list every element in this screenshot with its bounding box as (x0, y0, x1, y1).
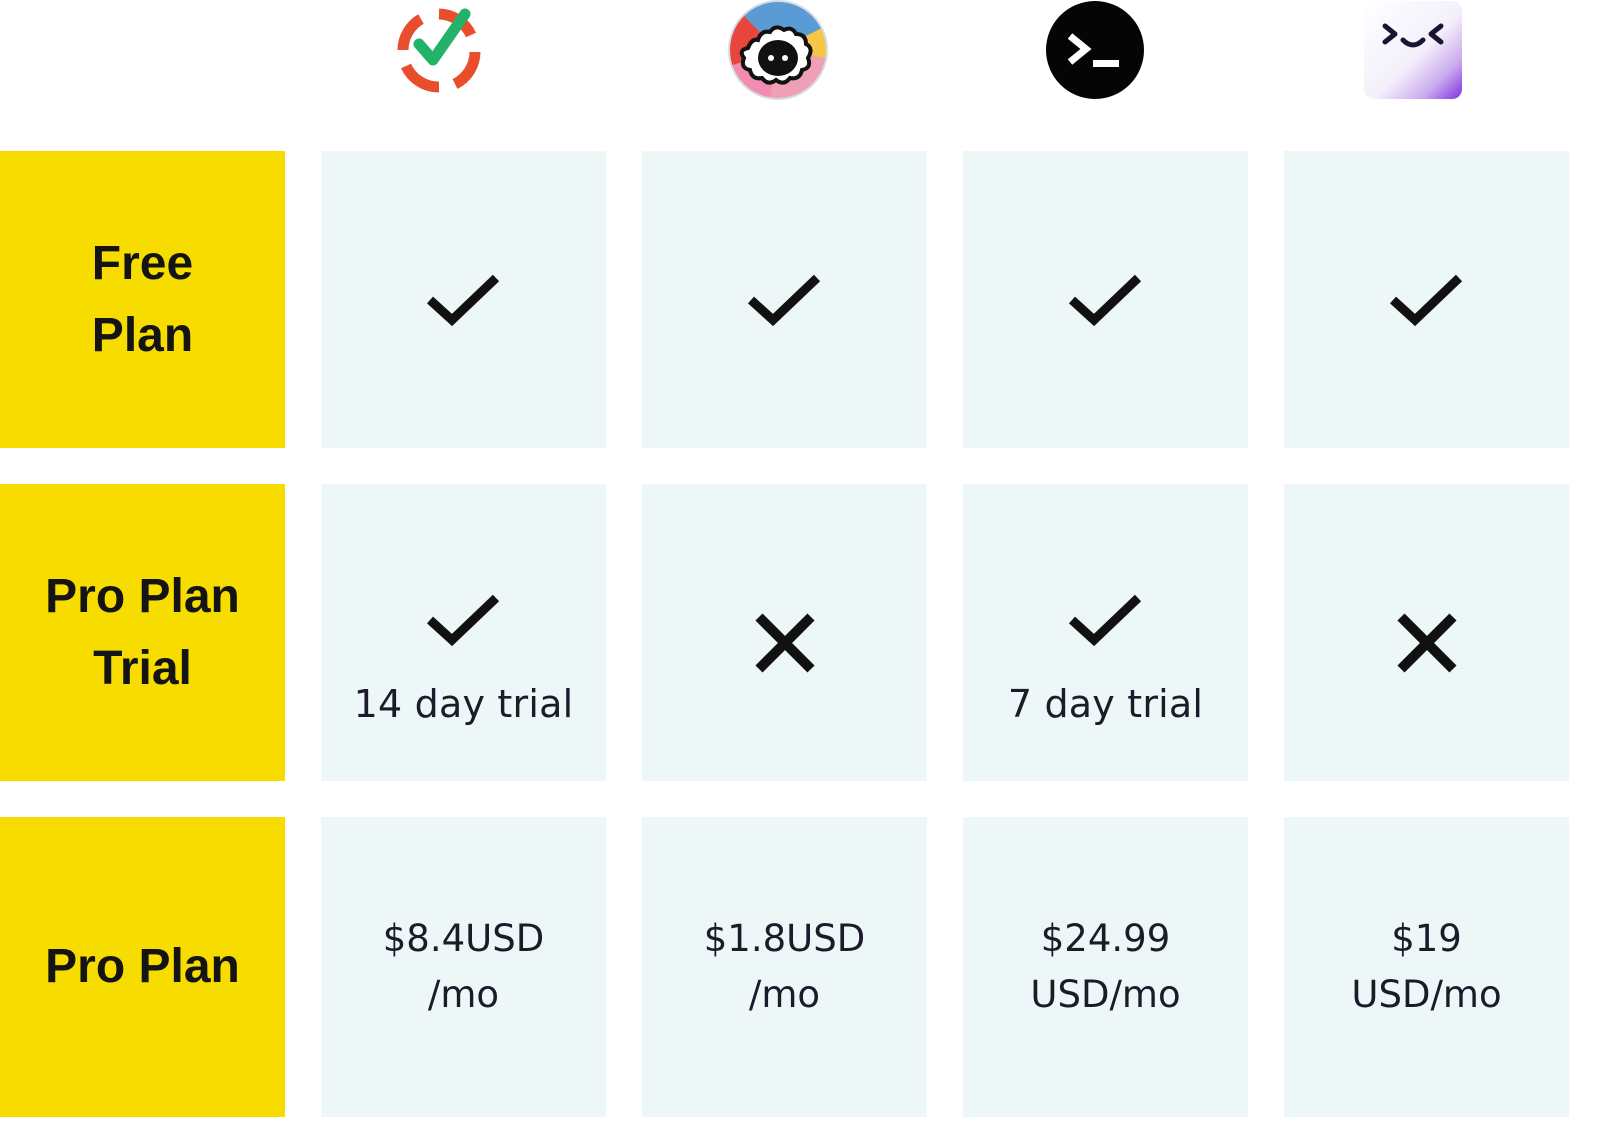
price-text: $1.8USD /mo (703, 917, 866, 1016)
cell-pro-plan-app-1: $8.4USD /mo (321, 817, 606, 1117)
cell-free-plan-app-1 (321, 151, 606, 448)
row-label-text: Free Plan (91, 236, 194, 362)
cross-icon (1396, 612, 1457, 673)
cell-free-plan-app-2 (642, 151, 927, 448)
logo-app-3 (1045, 0, 1145, 100)
cell-pro-trial-app-3: 7 day trial (963, 484, 1248, 781)
terminal-prompt-icon (1046, 1, 1144, 99)
cell-pro-plan-app-4: $19 USD/mo (1284, 817, 1569, 1117)
checkmark-icon (1068, 594, 1141, 646)
row-label-pro-plan: Pro Plan (0, 817, 285, 1117)
cell-pro-trial-app-1: 14 day trial (321, 484, 606, 781)
sheep-face-icon (728, 0, 828, 100)
trial-length: 14 day trial (353, 681, 574, 726)
row-label-pro-plan-trial: Pro Plan Trial (0, 484, 285, 781)
cell-pro-plan-app-2: $1.8USD /mo (642, 817, 927, 1117)
cell-free-plan-app-4 (1284, 151, 1569, 448)
cell-pro-trial-app-4 (1284, 484, 1569, 781)
row-label-text: Pro Plan (45, 940, 240, 993)
trial-length: 7 day trial (1007, 681, 1204, 726)
price-text: $19 USD/mo (1351, 917, 1502, 1016)
checkmark-icon (426, 594, 499, 646)
cell-free-plan-app-3 (963, 151, 1248, 448)
cross-icon (754, 612, 815, 673)
row-label-text: Pro Plan Trial (45, 569, 240, 695)
row-label-free-plan: Free Plan (0, 151, 285, 448)
checkmark-icon (1068, 274, 1141, 326)
smiling-face-icon (1364, 1, 1462, 99)
logo-app-4 (1363, 0, 1463, 100)
logo-app-2 (728, 0, 828, 100)
checkmark-icon (747, 274, 820, 326)
cell-pro-trial-app-2 (642, 484, 927, 781)
cell-pro-plan-app-3: $24.99 USD/mo (963, 817, 1248, 1117)
checkmark-icon (1389, 274, 1462, 326)
logo-app-1 (389, 0, 489, 100)
price-text: $24.99 USD/mo (1030, 917, 1181, 1016)
price-text: $8.4USD /mo (382, 917, 545, 1016)
checkmark-icon (426, 274, 499, 326)
red-ring-checkmark-icon (397, 8, 481, 93)
